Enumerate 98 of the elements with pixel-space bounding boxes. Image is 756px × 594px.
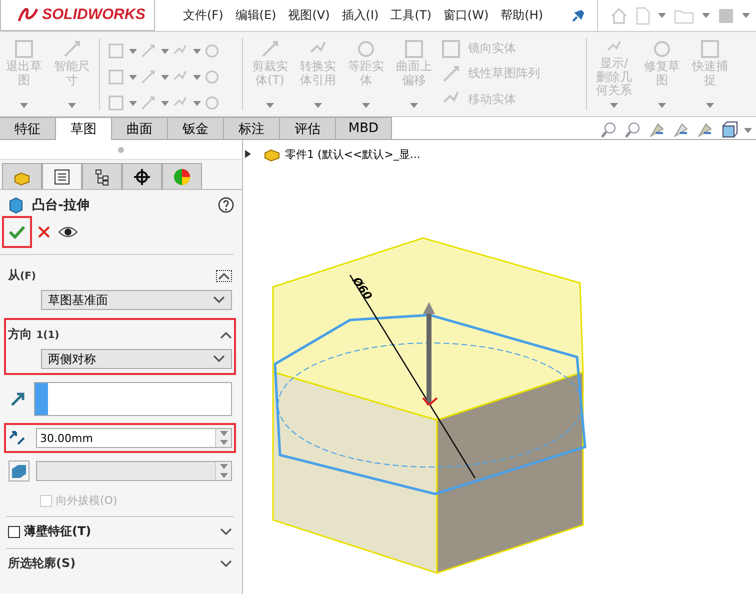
tab[interactable]: 特征 [0, 117, 56, 140]
tab[interactable]: 标注 [224, 117, 280, 140]
crosshair-icon [133, 168, 151, 186]
caret-icon [129, 100, 137, 106]
collapse-icon[interactable] [220, 330, 232, 338]
tool-icon [203, 42, 221, 60]
new-file-icon [636, 6, 650, 24]
pin-icon [571, 8, 586, 22]
section-label: 从(F) [8, 267, 36, 284]
tool-icon [139, 94, 157, 112]
direction-selection-field[interactable] [34, 382, 232, 416]
caret-icon [706, 103, 714, 108]
section-label: 方向 1(1) [8, 326, 60, 343]
eye-icon [58, 226, 78, 238]
panel-tab[interactable] [42, 163, 82, 189]
caret-icon [193, 48, 201, 54]
zoom-area-icon[interactable] [624, 121, 642, 139]
menu-item[interactable]: 帮助(H) [494, 7, 550, 24]
tree-item[interactable]: 零件1 (默认<<默认>_显... [285, 146, 420, 162]
drag-handle-icon [118, 146, 124, 152]
tool-icon [139, 68, 157, 86]
caret-icon [129, 48, 137, 54]
tool-icon [403, 38, 425, 60]
end-condition-dropdown[interactable]: 两侧对称 [41, 349, 232, 369]
tool-icon [355, 38, 377, 60]
caret-icon [193, 74, 201, 80]
caret-icon [610, 103, 618, 108]
help-icon[interactable] [218, 197, 234, 213]
cancel-button[interactable] [38, 226, 50, 238]
tool-icon [203, 94, 221, 112]
caret-icon [702, 13, 710, 18]
expand-icon[interactable] [220, 528, 232, 536]
home-icon [610, 6, 628, 24]
menu-item[interactable]: 插入(I) [336, 7, 385, 24]
caret-icon [658, 13, 666, 18]
tool-icon [107, 68, 125, 86]
menu-item[interactable]: 工具(T) [384, 7, 438, 24]
expand-arrow-icon [245, 150, 251, 158]
caret-icon [161, 74, 169, 80]
tab[interactable]: 评估 [280, 117, 336, 140]
thin-feature-checkbox[interactable]: 薄壁特征(T) [8, 523, 92, 540]
menu-item[interactable]: 窗口(W) [437, 7, 495, 24]
preview-button[interactable] [58, 226, 78, 238]
caret-icon [20, 103, 28, 108]
menu-item[interactable]: 编辑(E) [229, 7, 282, 24]
tool-icon [203, 68, 221, 86]
panel-tab[interactable] [122, 163, 162, 189]
tab[interactable]: 曲面 [112, 117, 168, 140]
tool-icon [651, 38, 673, 60]
previous-view-icon[interactable] [648, 121, 666, 139]
view-orientation-icon[interactable] [696, 121, 714, 139]
caret-icon [658, 103, 666, 108]
tab[interactable]: 钣金 [168, 117, 224, 140]
expand-icon[interactable] [220, 560, 232, 568]
feature-title: 凸台-拉伸 [32, 197, 90, 214]
tab[interactable]: MBD [336, 117, 392, 140]
caret-icon [161, 48, 169, 54]
caret-icon [314, 103, 322, 108]
caret-icon [744, 128, 752, 132]
display-style-icon[interactable] [720, 121, 738, 139]
caret-icon [68, 103, 76, 108]
draft-icon [8, 460, 30, 482]
tool-icon [440, 38, 462, 60]
drag-arrow-handle[interactable] [422, 302, 438, 406]
tool-icon [139, 42, 157, 60]
checkmark-icon [9, 225, 25, 239]
expand-icon[interactable] [213, 355, 225, 363]
caret-icon [129, 74, 137, 80]
section-label: 所选轮廓(S) [8, 555, 76, 572]
close-icon [38, 226, 50, 238]
panel-tab[interactable] [82, 163, 122, 189]
expand-icon[interactable] [213, 296, 225, 304]
menu-item[interactable]: 视图(V) [282, 7, 336, 24]
menu-item[interactable]: 文件(F) [177, 7, 230, 24]
section-view-icon[interactable] [672, 121, 690, 139]
start-condition-dropdown[interactable]: 草图基准面 [41, 290, 232, 310]
caret-icon [742, 13, 750, 18]
list-icon [53, 168, 71, 186]
tool-icon [107, 42, 125, 60]
caret-icon [161, 100, 169, 106]
caret-icon [410, 103, 418, 108]
save-icon [718, 8, 734, 24]
caret-icon [266, 103, 274, 108]
tool-icon [13, 38, 35, 60]
folder-icon [674, 8, 694, 24]
color-wheel-icon [173, 168, 191, 186]
collapse-icon[interactable] [218, 272, 230, 280]
caret-icon [193, 100, 201, 106]
caret-icon [362, 103, 370, 108]
tab[interactable]: 草图 [56, 117, 112, 140]
tree-icon [93, 168, 111, 186]
tool-icon [107, 94, 125, 112]
zoom-fit-icon[interactable] [600, 121, 618, 139]
ok-button[interactable] [4, 218, 30, 246]
logo: SOLIDWORKS [0, 0, 155, 31]
tool-icon [699, 38, 721, 60]
draft-angle-input[interactable] [36, 461, 232, 481]
depth-input[interactable]: 30.00mm [36, 428, 232, 448]
